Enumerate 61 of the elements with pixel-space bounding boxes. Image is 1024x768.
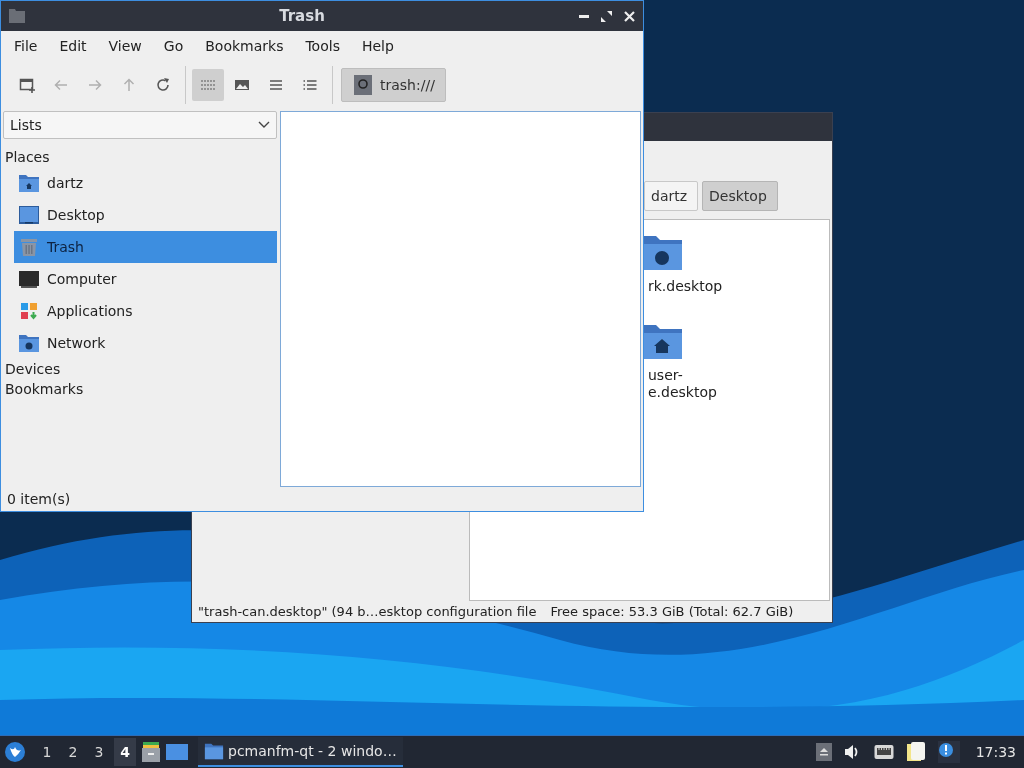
notification-icon[interactable] — [937, 741, 960, 763]
section-header[interactable]: Places — [3, 147, 277, 167]
eject-icon[interactable] — [815, 743, 832, 761]
status-text: 0 item(s) — [7, 491, 71, 507]
menu-item[interactable]: File — [3, 34, 49, 58]
section-header[interactable]: Bookmarks — [3, 379, 277, 399]
place-item[interactable]: Desktop — [14, 199, 277, 231]
desktop-icon — [18, 204, 40, 226]
trash-icon — [18, 236, 40, 258]
menu-item[interactable]: Go — [152, 34, 195, 58]
ethernet-icon[interactable] — [873, 744, 894, 760]
grid-icon — [200, 77, 216, 93]
status-text: "trash-can.desktop" (94 b…esktop configuration file — [198, 604, 537, 619]
desktop-switcher-button[interactable]: 3 — [88, 738, 110, 766]
task-button[interactable]: pcmanfm-qt - 2 windo… — [198, 737, 403, 767]
place-item[interactable]: Computer — [14, 263, 277, 295]
monitor-icon — [18, 268, 40, 290]
minimize-icon[interactable] — [579, 14, 589, 18]
menu-item[interactable]: Tools — [294, 34, 351, 58]
desktop-switcher-button[interactable]: 1 — [36, 738, 58, 766]
chevron-down-icon — [258, 121, 270, 129]
drive-icon — [354, 75, 372, 95]
new-window-icon — [19, 77, 35, 93]
network-folder-icon — [18, 332, 40, 354]
image-icon — [234, 77, 250, 93]
reload-icon — [155, 77, 171, 93]
desktop-switcher-button[interactable]: 2 — [62, 738, 84, 766]
status-text: Free space: 53.3 GiB (Total: 62.7 GiB) — [550, 604, 794, 619]
file-cabinet-icon[interactable] — [140, 741, 162, 763]
path-button[interactable]: Desktop — [702, 181, 778, 211]
notes-icon[interactable] — [905, 741, 926, 763]
file-name[interactable]: rk.desktop — [640, 278, 723, 295]
menu-item[interactable]: Help — [350, 34, 405, 58]
applications-icon — [18, 300, 40, 322]
path-button[interactable]: dartz — [644, 181, 699, 211]
menu-item[interactable]: Bookmarks — [194, 34, 295, 58]
file-name[interactable]: user- e.desktop — [640, 367, 717, 401]
restore-icon[interactable] — [601, 10, 612, 22]
menu-item[interactable]: View — [97, 34, 153, 58]
window-title: Trash — [278, 7, 326, 25]
location-button[interactable]: trash:/// — [341, 68, 446, 102]
up-arrow-icon — [121, 77, 137, 93]
close-icon[interactable] — [624, 10, 635, 22]
folder-icon — [204, 741, 224, 761]
home-folder-icon — [18, 172, 40, 194]
desktop-icon[interactable] — [166, 742, 188, 762]
list-icon — [302, 77, 318, 93]
menu-item[interactable]: Edit — [48, 34, 98, 58]
place-item[interactable]: Network — [14, 327, 277, 359]
desktop-switcher-button[interactable]: 4 — [114, 738, 136, 766]
back-arrow-icon — [53, 77, 69, 93]
folder-icon — [9, 9, 25, 23]
start-menu-icon[interactable] — [4, 741, 26, 763]
place-item[interactable]: Trash — [14, 231, 277, 263]
forward-arrow-icon — [87, 77, 103, 93]
section-header[interactable]: Devices — [3, 359, 277, 379]
clock[interactable]: 17:33 — [975, 744, 1016, 760]
place-item[interactable]: dartz — [14, 167, 277, 199]
place-item[interactable]: Applications — [14, 295, 277, 327]
lines-icon — [268, 77, 284, 93]
side-pane-dropdown[interactable]: Lists — [3, 111, 277, 139]
